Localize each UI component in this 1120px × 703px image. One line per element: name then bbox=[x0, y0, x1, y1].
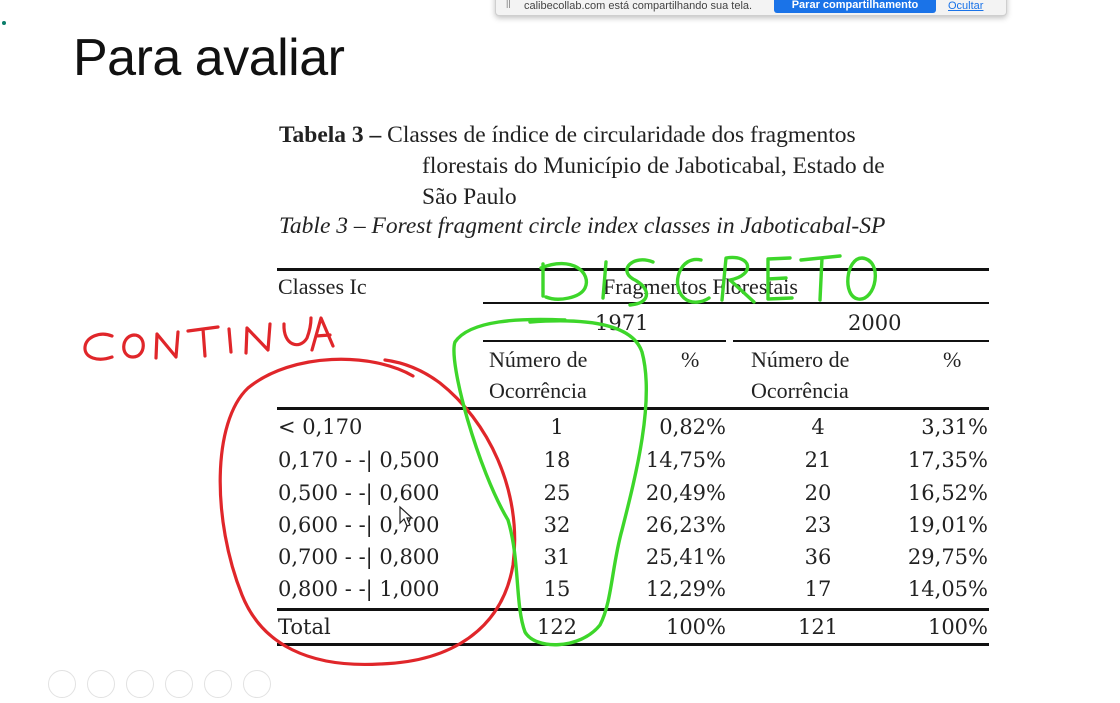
thumb-dot[interactable] bbox=[165, 670, 193, 698]
caption-line-3: São Paulo bbox=[422, 184, 517, 210]
total-n2000: 121 bbox=[797, 615, 839, 639]
row-p2000: 14,05% bbox=[907, 577, 988, 601]
row-n2000: 36 bbox=[804, 545, 832, 569]
row-p1971: 20,49% bbox=[645, 481, 726, 505]
row-class: < 0,170 bbox=[278, 415, 363, 439]
total-p1971: 100% bbox=[665, 615, 726, 639]
table-bottom-rule bbox=[277, 643, 989, 646]
thumb-dot[interactable] bbox=[48, 670, 76, 698]
hide-link[interactable]: Ocultar bbox=[948, 0, 983, 12]
row-n1971: 25 bbox=[543, 481, 571, 505]
header-pct-1971: % bbox=[681, 347, 700, 372]
row-p1971: 14,75% bbox=[645, 448, 726, 472]
header-num-2000-l2: Ocorrência bbox=[751, 378, 849, 403]
row-p2000: 3,31% bbox=[921, 415, 988, 439]
caption-prefix: Tabela 3 – bbox=[279, 122, 382, 148]
row-p1971: 12,29% bbox=[645, 577, 726, 601]
table-top-rule bbox=[277, 268, 989, 271]
slide-title: Para avaliar bbox=[73, 29, 345, 87]
header-pct-2000: % bbox=[943, 347, 962, 372]
row-n2000: 21 bbox=[804, 448, 832, 472]
row-p1971: 26,23% bbox=[645, 513, 726, 537]
thumb-dot[interactable] bbox=[204, 670, 232, 698]
year-1971-rule bbox=[483, 340, 726, 342]
row-class: 0,600 - -| 0,700 bbox=[278, 513, 440, 537]
row-n2000: 20 bbox=[804, 481, 832, 505]
caption-english: Table 3 – Forest fragment circle index c… bbox=[279, 213, 886, 239]
thumb-dot[interactable] bbox=[87, 670, 115, 698]
share-indicator-icon: || bbox=[506, 0, 511, 8]
thumb-dot[interactable] bbox=[126, 670, 154, 698]
header-bottom-rule bbox=[277, 407, 989, 410]
row-p2000: 29,75% bbox=[907, 545, 988, 569]
total-p2000: 100% bbox=[927, 615, 988, 639]
share-message: calibecollab.com está compartilhando sua… bbox=[524, 0, 753, 12]
slide-thumbnail-dots bbox=[48, 670, 282, 703]
header-num-1971-l2: Ocorrência bbox=[489, 378, 587, 403]
year-2000-rule bbox=[733, 340, 989, 342]
row-n1971: 31 bbox=[543, 545, 571, 569]
row-class: 0,800 - -| 1,000 bbox=[278, 577, 440, 601]
row-p2000: 16,52% bbox=[907, 481, 988, 505]
row-n1971: 32 bbox=[543, 513, 571, 537]
stop-sharing-button[interactable]: Parar compartilhamento bbox=[774, 0, 936, 13]
row-n1971: 18 bbox=[543, 448, 571, 472]
header-num-1971-l1: Número de bbox=[489, 347, 588, 372]
total-label: Total bbox=[278, 615, 331, 639]
header-group: Fragmentos Florestais bbox=[603, 274, 798, 299]
row-class: 0,700 - -| 0,800 bbox=[278, 545, 440, 569]
header-year-2000: 2000 bbox=[848, 311, 902, 335]
row-n2000: 23 bbox=[804, 513, 832, 537]
header-classes: Classes Ic bbox=[278, 274, 367, 299]
row-class: 0,170 - -| 0,500 bbox=[278, 448, 440, 472]
row-p2000: 19,01% bbox=[907, 513, 988, 537]
header-num-2000-l1: Número de bbox=[751, 347, 850, 372]
row-n1971: 15 bbox=[543, 577, 571, 601]
row-class: 0,500 - -| 0,600 bbox=[278, 481, 440, 505]
slide-marker-dot bbox=[2, 21, 6, 25]
caption-line-1: Classes de índice de circularidade dos f… bbox=[387, 122, 856, 148]
total-top-rule bbox=[277, 608, 989, 611]
row-n1971: 1 bbox=[550, 415, 564, 439]
screen-share-bar: || calibecollab.com está compartilhando … bbox=[495, 0, 1007, 16]
row-p1971: 25,41% bbox=[645, 545, 726, 569]
header-year-1971: 1971 bbox=[595, 311, 649, 335]
group-header-rule bbox=[483, 302, 989, 304]
row-n2000: 4 bbox=[811, 415, 825, 439]
row-p2000: 17,35% bbox=[907, 448, 988, 472]
thumb-dot[interactable] bbox=[243, 670, 271, 698]
row-p1971: 0,82% bbox=[659, 415, 726, 439]
row-n2000: 17 bbox=[804, 577, 832, 601]
mouse-cursor-icon bbox=[399, 505, 414, 527]
total-n1971: 122 bbox=[536, 615, 578, 639]
caption-line-2: florestais do Município de Jaboticabal, … bbox=[422, 153, 885, 179]
